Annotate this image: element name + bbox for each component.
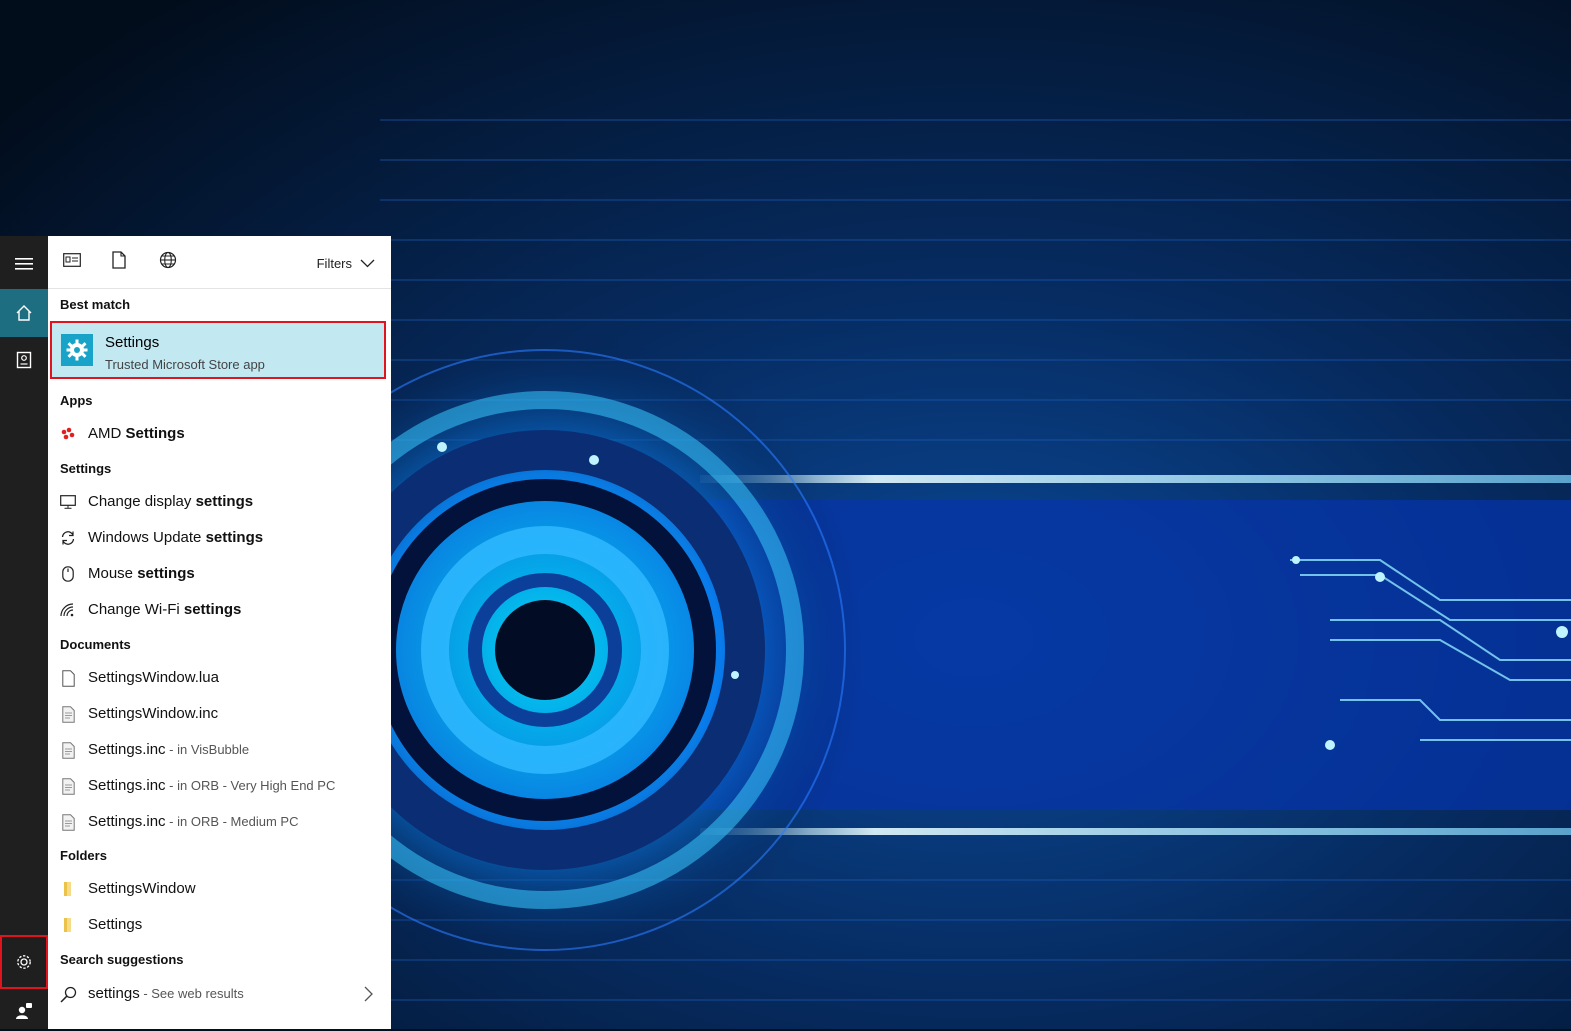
- web-filter-button[interactable]: [155, 248, 181, 276]
- filters-label: Filters: [316, 255, 352, 271]
- search-toolbar: Filters: [48, 236, 391, 289]
- section-apps: Apps: [60, 393, 93, 408]
- result-label: SettingsWindow.inc: [88, 705, 219, 722]
- result-label: Windows Update settings: [88, 529, 264, 546]
- result-mouse-settings[interactable]: Mouse settings: [48, 557, 391, 591]
- settings-gear-icon: [15, 953, 33, 971]
- section-best-match: Best match: [60, 297, 131, 312]
- code-file-icon: [59, 777, 77, 795]
- feedback-button[interactable]: [0, 991, 48, 1031]
- settings-gear-icon: [61, 334, 93, 366]
- result-label: settings - See web results: [88, 985, 244, 1002]
- result-label: Change Wi-Fi settings: [88, 601, 242, 618]
- result-folder[interactable]: Settings: [48, 908, 391, 942]
- section-folders: Folders: [60, 848, 107, 863]
- result-label: Settings.inc - in ORB - Very High End PC: [88, 777, 336, 794]
- result-document[interactable]: SettingsWindow.inc: [48, 697, 391, 731]
- result-document[interactable]: Settings.inc - in VisBubble: [48, 733, 391, 767]
- wifi-icon: [59, 601, 77, 619]
- best-match-title: Settings: [105, 334, 160, 351]
- chevron-down-icon: [360, 256, 375, 271]
- result-label: SettingsWindow: [88, 880, 196, 897]
- section-search-suggestions: Search suggestions: [60, 952, 184, 967]
- code-file-icon: [59, 705, 77, 723]
- result-folder[interactable]: SettingsWindow: [48, 872, 391, 906]
- documents-filter-button[interactable]: [106, 248, 132, 276]
- apps-filter-button[interactable]: [59, 248, 85, 276]
- mouse-icon: [59, 565, 77, 583]
- result-windows-update-settings[interactable]: Windows Update settings: [48, 521, 391, 555]
- sync-icon: [59, 529, 77, 547]
- result-document[interactable]: Settings.inc - in ORB - Very High End PC: [48, 769, 391, 803]
- result-label: Mouse settings: [88, 565, 195, 582]
- result-label: SettingsWindow.lua: [88, 669, 219, 686]
- result-label: Settings.inc - in VisBubble: [88, 741, 250, 758]
- filters-dropdown[interactable]: Filters: [317, 252, 375, 274]
- code-file-icon: [59, 741, 77, 759]
- feedback-icon: [15, 1002, 33, 1020]
- home-button[interactable]: [0, 289, 48, 337]
- hamburger-menu-icon: [15, 257, 33, 271]
- result-change-display-settings[interactable]: Change display settings: [48, 485, 391, 519]
- monitor-icon: [59, 493, 77, 511]
- folder-icon: [59, 880, 77, 898]
- result-document[interactable]: SettingsWindow.lua: [48, 661, 391, 695]
- result-amd-settings[interactable]: AMD Settings: [48, 417, 391, 451]
- result-label: Change display settings: [88, 493, 254, 510]
- result-change-wifi-settings[interactable]: Change Wi-Fi settings: [48, 593, 391, 627]
- result-label: Settings.inc - in ORB - Medium PC: [88, 813, 299, 830]
- section-settings: Settings: [60, 461, 112, 476]
- apps-filter-icon: [63, 252, 81, 272]
- result-label: AMD Settings: [88, 425, 185, 442]
- settings-button[interactable]: [0, 935, 48, 989]
- chevron-right-icon[interactable]: [364, 986, 373, 1007]
- documents-filter-icon: [112, 250, 126, 274]
- home-icon: [15, 304, 33, 322]
- code-file-icon: [59, 813, 77, 831]
- result-document[interactable]: Settings.inc - in ORB - Medium PC: [48, 805, 391, 839]
- best-match-settings-app[interactable]: Settings Trusted Microsoft Store app: [50, 321, 386, 379]
- web-search-suggestion[interactable]: settings - See web results: [48, 977, 391, 1011]
- notebook-button[interactable]: [0, 336, 48, 384]
- hamburger-menu-button[interactable]: [0, 240, 48, 288]
- section-documents: Documents: [60, 637, 131, 652]
- result-label: Settings: [88, 916, 143, 933]
- file-icon: [59, 669, 77, 687]
- best-match-subtitle: Trusted Microsoft Store app: [105, 357, 265, 372]
- search-icon: [59, 985, 77, 1003]
- start-rail: [0, 236, 48, 1029]
- folder-icon: [59, 916, 77, 934]
- amd-icon: [59, 425, 77, 443]
- notebook-icon: [16, 351, 32, 369]
- search-results-panel: Filters Best match Settings Trusted Micr…: [48, 236, 391, 1029]
- web-filter-icon: [159, 251, 177, 274]
